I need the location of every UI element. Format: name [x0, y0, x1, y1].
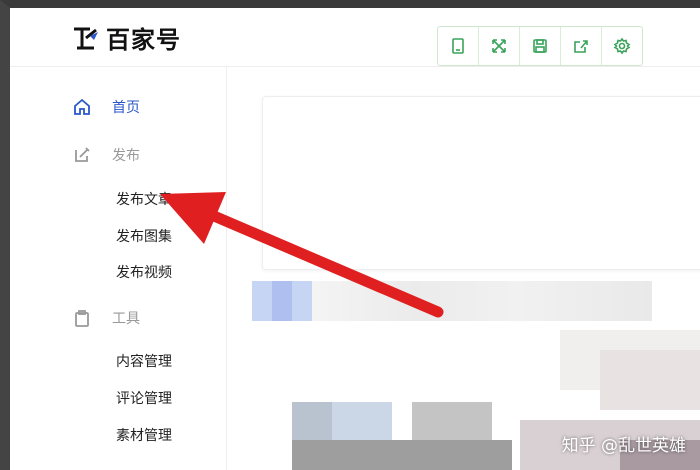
- save-button[interactable]: [520, 27, 561, 65]
- tablet-icon: [452, 38, 464, 54]
- settings-button[interactable]: [602, 27, 642, 65]
- logo-text: 百家号: [106, 26, 181, 54]
- sidebar-item-publish[interactable]: 发布: [72, 145, 140, 165]
- home-icon: [74, 98, 90, 115]
- sidebar-subitem-asset-management[interactable]: 素材管理: [116, 425, 172, 445]
- expand-icon: [492, 39, 506, 53]
- sidebar-item-tools[interactable]: 工具: [72, 308, 140, 328]
- baijiahao-logo[interactable]: 百家号: [72, 20, 181, 55]
- editor-toolbar: [437, 26, 643, 66]
- sidebar-subitem-publish-video[interactable]: 发布视频: [116, 262, 172, 282]
- top-header: 百家号: [10, 8, 700, 67]
- sidebar-subitem-publish-article[interactable]: 发布文章: [116, 189, 172, 209]
- share-button[interactable]: [561, 27, 602, 65]
- sidebar-subitem-publish-gallery[interactable]: 发布图集: [116, 226, 172, 246]
- watermark: 知乎 @乱世英雄: [561, 436, 686, 456]
- edit-icon: [75, 147, 90, 162]
- sidebar-subitem-comment-management[interactable]: 评论管理: [116, 388, 172, 408]
- fullscreen-button[interactable]: [479, 27, 520, 65]
- content-card: [262, 96, 700, 270]
- save-icon: [533, 39, 547, 53]
- share-icon: [574, 40, 588, 53]
- sidebar-item-label: 发布: [112, 148, 140, 164]
- logo-mark-icon: [74, 27, 98, 49]
- sidebar-subitem-content-management[interactable]: 内容管理: [116, 351, 172, 371]
- tablet-button[interactable]: [438, 27, 479, 65]
- sidebar-item-label: 工具: [112, 311, 140, 327]
- clipboard-icon: [75, 310, 89, 327]
- sidebar: 首页 发布 发布文章 发布图集 发布视频 工具 内容管理 评论管理 素材管理: [10, 67, 227, 470]
- settings-icon: [613, 37, 631, 55]
- sidebar-item-home[interactable]: 首页: [72, 97, 140, 117]
- sidebar-item-label: 首页: [112, 100, 140, 116]
